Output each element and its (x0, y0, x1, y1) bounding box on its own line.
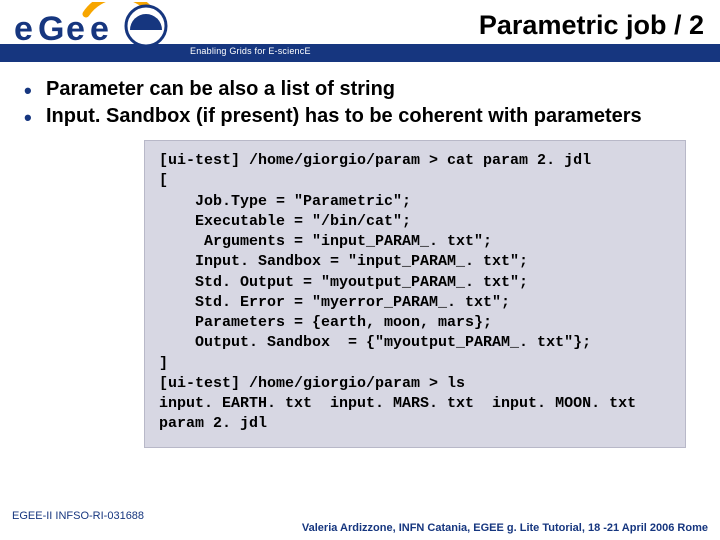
bullet-item: Parameter can be also a list of string (18, 76, 702, 103)
svg-text:e: e (14, 10, 33, 48)
slide-tagline: Enabling Grids for E-sciencE (190, 46, 311, 56)
code-block: [ui-test] /home/giorgio/param > cat para… (144, 140, 686, 448)
footer-right: Valeria Ardizzone, INFN Catania, EGEE g.… (302, 522, 708, 534)
svg-text:e: e (66, 10, 85, 48)
svg-text:G: G (38, 10, 64, 48)
svg-text:e: e (90, 10, 109, 48)
bullet-item: Input. Sandbox (if present) has to be co… (18, 103, 702, 130)
slide-content: Parameter can be also a list of string I… (0, 62, 720, 448)
egee-logo: e G e e (8, 2, 178, 58)
slide-header: e G e e Parametric job / 2 Enabling Grid… (0, 0, 720, 62)
footer-left: EGEE-II INFSO-RI-031688 (12, 510, 144, 522)
bullet-list: Parameter can be also a list of string I… (18, 76, 702, 130)
slide-title: Parametric job / 2 (479, 10, 704, 41)
